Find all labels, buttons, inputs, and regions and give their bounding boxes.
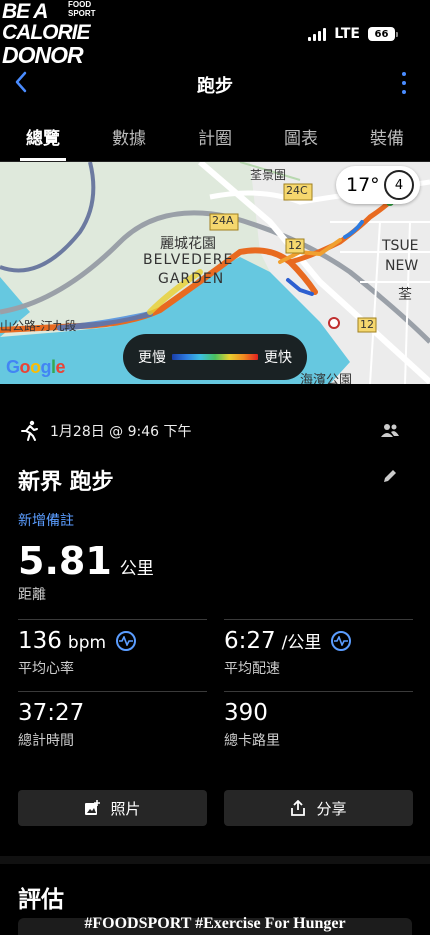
- activity-datetime: 1月28日 @ 9:46 下午: [50, 424, 192, 440]
- map-label-park: 海濱公園: [300, 373, 353, 384]
- page-title: 跑步: [197, 76, 233, 97]
- stat-avg-heart-rate[interactable]: 136 bpm 平均心率: [18, 619, 207, 691]
- pace-gradient-bar: [172, 354, 258, 360]
- share-icon: [291, 800, 306, 816]
- photos-button[interactable]: 照片: [18, 790, 207, 826]
- edit-pencil-icon[interactable]: [382, 468, 398, 488]
- map-label-district-zh: 荃: [398, 287, 412, 303]
- map-route-shield-24a: 24A: [212, 214, 234, 227]
- section-divider: [0, 856, 430, 864]
- stat-value: 390: [224, 700, 268, 726]
- footer-watermark: #FOODSPORT #Exercise For Hunger: [84, 915, 346, 932]
- map-label-estate-zh: 麗城花園: [160, 236, 216, 252]
- battery-level: 66: [368, 27, 395, 41]
- map-label-road-left: 山公路-汀九段: [0, 319, 77, 333]
- add-note-link[interactable]: 新增備註: [18, 510, 74, 530]
- weather-badge: 17° 4: [336, 166, 420, 204]
- foodsport-logo: FOOD SPORT: [68, 0, 96, 18]
- map-route-shield-12: 12: [288, 239, 302, 252]
- distance-unit: 公里: [119, 559, 154, 579]
- pace-legend-slow: 更慢: [138, 350, 166, 366]
- distance-stat: 5.81 公里: [18, 539, 154, 583]
- stat-total-calories: 390 總卡路里: [224, 691, 413, 763]
- pace-wave-icon: [331, 631, 352, 651]
- activity-title: 新界 跑步: [18, 470, 114, 495]
- stat-unit: /公里: [281, 633, 322, 653]
- distance-value: 5.81: [18, 539, 112, 583]
- stat-label: 總卡路里: [224, 733, 280, 749]
- stat-value: 136: [18, 628, 62, 654]
- network-label: LTE: [334, 26, 360, 42]
- stat-avg-pace[interactable]: 6:27 /公里 平均配速: [224, 619, 413, 691]
- signal-icon: [308, 27, 327, 41]
- stat-label: 總計時間: [18, 733, 74, 749]
- people-icon[interactable]: [380, 422, 400, 442]
- stat-value: 37:27: [18, 700, 85, 726]
- uv-index-icon: 4: [384, 170, 414, 200]
- stat-unit: bpm: [67, 633, 107, 653]
- map-label-district-en: TSUE: [382, 238, 419, 254]
- tab-overview[interactable]: 總覽: [0, 110, 86, 161]
- share-button-label: 分享: [316, 799, 347, 818]
- google-logo: Google: [6, 357, 66, 377]
- battery-icon: 66: [368, 27, 398, 41]
- stat-label: 平均配速: [224, 661, 280, 677]
- running-icon: [21, 420, 38, 441]
- app-header: 跑步: [0, 64, 430, 104]
- map-route-shield-12: 12: [360, 318, 374, 331]
- tab-bar: 總覽 數據 計圈 圖表 裝備: [0, 110, 430, 162]
- stat-label: 平均心率: [18, 661, 74, 677]
- tab-charts[interactable]: 圖表: [258, 110, 344, 161]
- status-indicators: LTE 66: [308, 26, 398, 42]
- tab-data[interactable]: 數據: [86, 110, 172, 161]
- more-menu-button[interactable]: [400, 72, 408, 94]
- map-label-road-top: 荃景圍: [250, 168, 287, 182]
- heart-rate-wave-icon: [116, 631, 137, 651]
- distance-label: 距離: [18, 587, 46, 603]
- photos-button-label: 照片: [110, 799, 141, 818]
- status-bar: BE A FOOD SPORT CALORIE DONOR LTE 66: [0, 0, 430, 68]
- temperature: 17°: [346, 174, 380, 196]
- stat-total-time: 37:27 總計時間: [18, 691, 207, 763]
- date-row: 1月28日 @ 9:46 下午: [18, 420, 192, 442]
- map-route-shield-24c: 24C: [286, 184, 308, 197]
- map-label-district-en: NEW: [385, 258, 419, 274]
- evaluation-title: 評估: [18, 887, 64, 913]
- stat-value: 6:27: [224, 628, 276, 654]
- pace-legend: 更慢 更快: [123, 334, 307, 380]
- route-map[interactable]: 荃景圍 24C 24A 12 12 麗城花園 BELVEDERE GARDEN …: [0, 162, 430, 384]
- watermark-logo: BE A FOOD SPORT CALORIE DONOR: [2, 0, 127, 68]
- add-photo-icon: [85, 800, 101, 815]
- map-label-estate-en: BELVEDERE: [143, 252, 234, 268]
- tab-laps[interactable]: 計圈: [172, 110, 258, 161]
- share-button[interactable]: 分享: [224, 790, 413, 826]
- tab-gear[interactable]: 裝備: [344, 110, 430, 161]
- pace-legend-fast: 更快: [264, 350, 292, 366]
- map-label-estate-en: GARDEN: [158, 271, 225, 287]
